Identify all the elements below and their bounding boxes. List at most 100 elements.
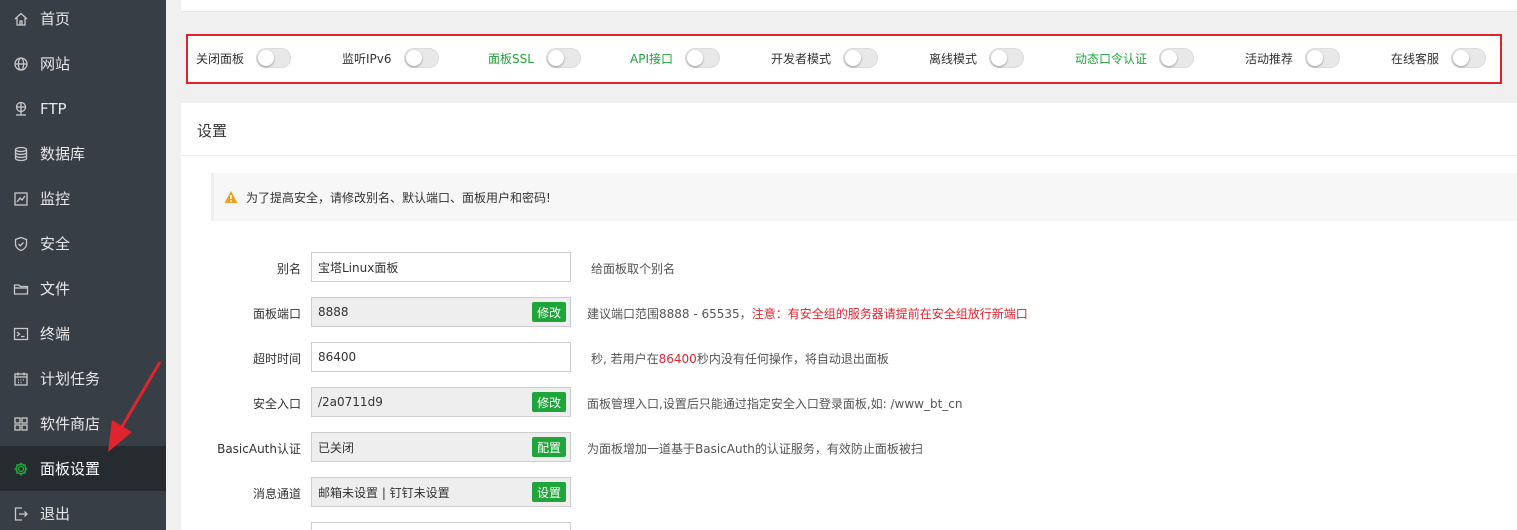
sidebar-item-files[interactable]: 文件 (0, 266, 166, 311)
toggle-label: 监听IPv6 (342, 51, 392, 66)
sidebar-item-home[interactable]: 首页 (0, 0, 166, 41)
alias-hint: 给面板取个别名 (591, 262, 676, 276)
toggle-label[interactable]: 动态口令认证 (1075, 50, 1147, 67)
toggle-switch[interactable] (1159, 48, 1195, 68)
sidebar-item-label: 数据库 (40, 145, 86, 163)
toggle-panel-ssl: 面板SSL (488, 48, 581, 68)
sidebar-item-label: 安全 (40, 235, 71, 253)
notify-setup-button[interactable]: 设置 (531, 482, 566, 502)
calendar-icon (13, 371, 29, 387)
entry-input: /2a0711d9 修改 (311, 387, 571, 417)
sidebar-item-monitor[interactable]: 监控 (0, 176, 166, 221)
entry-label: 安全入口 (252, 397, 301, 411)
shield-icon (13, 236, 29, 252)
toggle-label[interactable]: API接口 (630, 50, 673, 67)
database-icon (13, 146, 29, 162)
notify-input: 邮箱未设置 | 钉钉未设置 设置 (311, 477, 571, 507)
alert-text: 为了提高安全，请修改别名、默认端口、面板用户和密码! (246, 190, 551, 205)
port-hint-text: 建议端口范围8888 - 65535， (587, 307, 752, 321)
timeout-hint-value: 86400 (658, 352, 697, 366)
next-field[interactable] (311, 522, 571, 530)
toggle-online-support: 在线客服 (1391, 48, 1487, 68)
sidebar: 首页 网站 FTP 数据库 监控 安全 文件 终端 计划任务 软件商店 面板设置 (0, 0, 166, 530)
notify-value: 邮箱未设置 | 钉钉未设置 (318, 485, 450, 500)
sidebar-item-cron[interactable]: 计划任务 (0, 356, 166, 401)
sidebar-item-label: 网站 (40, 55, 71, 73)
home-icon (13, 11, 29, 27)
timeout-value: 86400 (318, 350, 357, 364)
toggle-switch[interactable] (685, 48, 720, 68)
feature-toggle-bar: 关闭面板 监听IPv6 面板SSL API接口 开发者模式 离线模式 动态口令认… (186, 34, 1502, 84)
warning-icon (224, 191, 238, 203)
sidebar-item-label: 面板设置 (40, 460, 101, 478)
entry-value: /2a0711d9 (318, 395, 383, 409)
timeout-label: 超时时间 (252, 352, 301, 366)
toggle-dev-mode: 开发者模式 (771, 48, 879, 68)
globe-icon (13, 56, 29, 72)
main-content: 关闭面板 监听IPv6 面板SSL API接口 开发者模式 离线模式 动态口令认… (166, 0, 1517, 530)
basicauth-hint: 为面板增加一道基于BasicAuth的认证服务，有效防止面板被扫 (587, 442, 923, 456)
toggle-label: 离线模式 (929, 51, 978, 66)
folder-icon (13, 281, 29, 297)
sidebar-item-label: 首页 (40, 10, 71, 28)
sidebar-item-ftp[interactable]: FTP (0, 86, 166, 131)
toggle-switch[interactable] (989, 48, 1025, 68)
basicauth-config-button[interactable]: 配置 (531, 437, 566, 457)
sidebar-item-label: 终端 (40, 325, 71, 343)
toggle-ipv6: 监听IPv6 (342, 48, 439, 68)
logout-icon (13, 506, 29, 522)
top-card (181, 0, 1517, 12)
entry-modify-button[interactable]: 修改 (531, 392, 566, 412)
sidebar-item-terminal[interactable]: 终端 (0, 311, 166, 356)
sidebar-item-panel-settings[interactable]: 面板设置 (0, 446, 166, 491)
sidebar-item-label: FTP (40, 99, 67, 118)
terminal-icon (13, 326, 29, 342)
timeout-input[interactable]: 86400 (311, 342, 571, 372)
toggle-switch[interactable] (1451, 48, 1487, 68)
divider (181, 155, 1517, 156)
sidebar-item-website[interactable]: 网站 (0, 41, 166, 86)
toggle-api: API接口 (630, 48, 720, 68)
toggle-switch[interactable] (1305, 48, 1341, 68)
toggle-switch[interactable] (403, 48, 439, 68)
toggle-switch[interactable] (256, 48, 292, 68)
sidebar-item-security[interactable]: 安全 (0, 221, 166, 266)
sidebar-item-label: 软件商店 (40, 415, 101, 433)
alias-value: 宝塔Linux面板 (318, 260, 399, 275)
alias-input[interactable]: 宝塔Linux面板 (311, 252, 571, 282)
toggle-close-panel: 关闭面板 (196, 48, 292, 68)
basicauth-value: 已关闭 (318, 440, 355, 455)
sidebar-item-label: 监控 (40, 190, 71, 208)
entry-hint: 面板管理入口,设置后只能通过指定安全入口登录面板,如: /www_bt_cn (587, 397, 963, 411)
toggle-switch[interactable] (545, 48, 581, 68)
monitor-icon (13, 191, 29, 207)
timeout-hint-post: 秒内没有任何操作，将自动退出面板 (696, 352, 889, 366)
sidebar-item-appstore[interactable]: 软件商店 (0, 401, 166, 446)
port-value: 8888 (318, 305, 349, 319)
toggle-label: 开发者模式 (771, 51, 832, 66)
sidebar-item-label: 计划任务 (40, 370, 101, 388)
sidebar-item-database[interactable]: 数据库 (0, 131, 166, 176)
toggle-switch[interactable] (843, 48, 879, 68)
basicauth-label: BasicAuth认证 (217, 442, 301, 456)
basicauth-input: 已关闭 配置 (311, 432, 571, 462)
settings-title: 设置 (197, 122, 228, 140)
security-alert: 为了提高安全，请修改别名、默认端口、面板用户和密码! (211, 173, 1517, 221)
sidebar-item-logout[interactable]: 退出 (0, 491, 166, 530)
gear-icon (13, 461, 29, 477)
timeout-hint: 秒, 若用户在86400秒内没有任何操作，将自动退出面板 (591, 350, 889, 367)
sidebar-item-label: 退出 (40, 505, 71, 523)
toggle-label: 活动推荐 (1245, 51, 1294, 66)
port-input: 8888 修改 (311, 297, 571, 327)
grid-icon (13, 416, 29, 432)
toggle-label: 在线客服 (1391, 51, 1440, 66)
ftp-icon (13, 101, 29, 117)
toggle-offline: 离线模式 (929, 48, 1025, 68)
sidebar-item-label: 文件 (40, 280, 71, 298)
toggle-label: 关闭面板 (196, 51, 245, 66)
alias-label: 别名 (276, 262, 301, 276)
toggle-otp: 动态口令认证 (1075, 48, 1195, 68)
toggle-label[interactable]: 面板SSL (488, 50, 534, 67)
toggle-promotions: 活动推荐 (1245, 48, 1341, 68)
port-modify-button[interactable]: 修改 (531, 302, 566, 322)
